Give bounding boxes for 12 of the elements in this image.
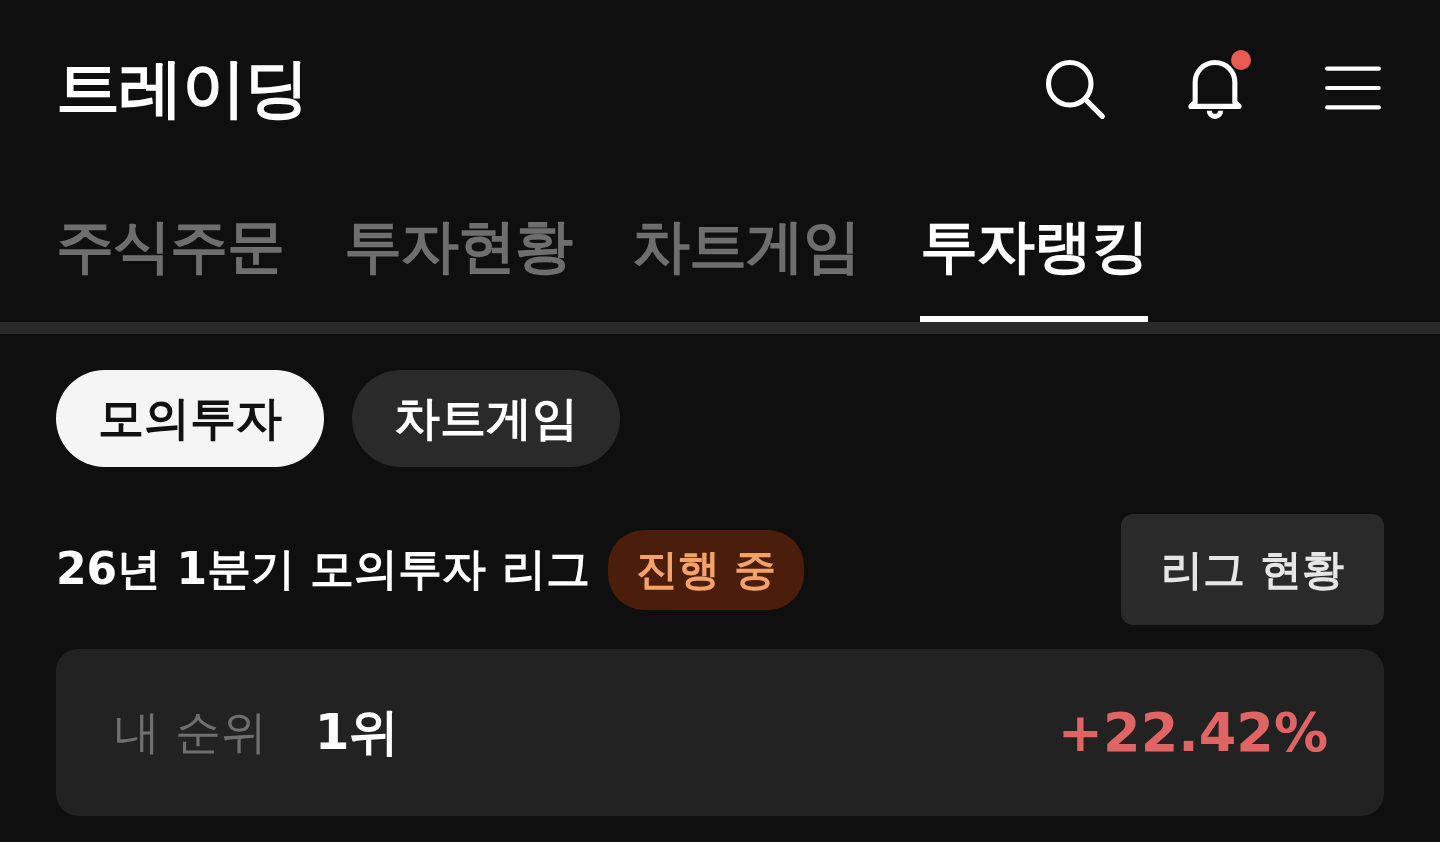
status-badge: 진행 중 xyxy=(607,529,805,610)
return-rate: +22.42% xyxy=(1057,701,1328,764)
league-title: 26년 1분기 모의투자 리그 xyxy=(56,542,590,596)
rank-label: 내 순위 xyxy=(114,703,267,761)
league-status-button[interactable]: 리그 현황 xyxy=(1121,514,1384,625)
filter-chip[interactable]: 모의투자 xyxy=(56,370,324,467)
tab[interactable]: 투자현황 xyxy=(344,208,572,322)
tab[interactable]: 차트게임 xyxy=(632,208,860,322)
rank-value: 1위 xyxy=(314,702,401,763)
app-title: 트레이딩 xyxy=(56,49,309,127)
filter-chip[interactable]: 차트게임 xyxy=(352,370,620,467)
tab[interactable]: 주식주문 xyxy=(56,208,284,322)
